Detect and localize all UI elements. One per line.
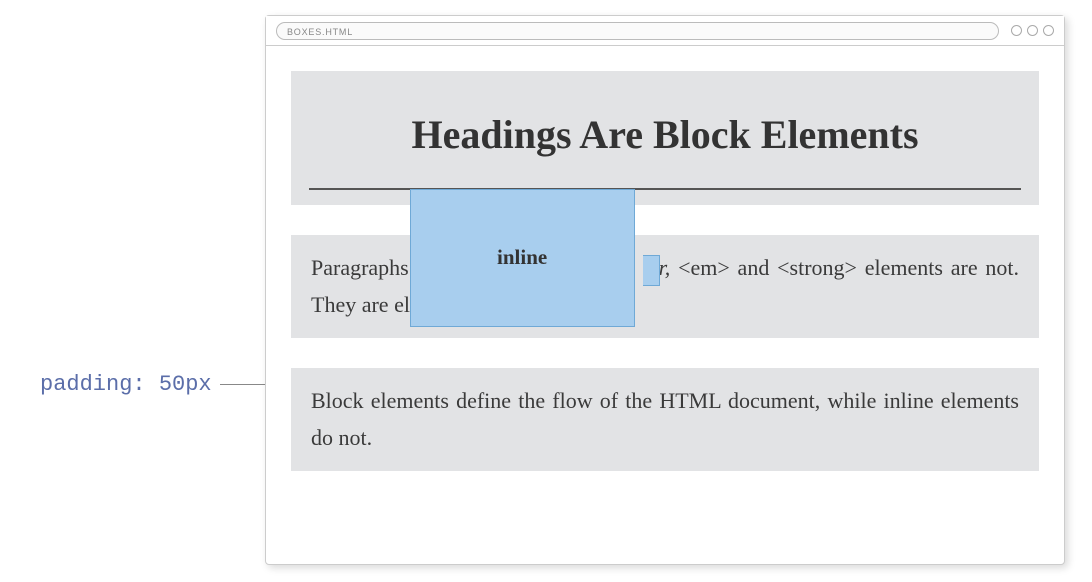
browser-window: BOXES.HTML Headings Are Block Elements P… bbox=[265, 15, 1065, 565]
p1-em-fragment: r, bbox=[659, 255, 671, 280]
p1-and: and bbox=[730, 255, 777, 280]
browser-viewport: Headings Are Block Elements Paragraphs a… bbox=[266, 46, 1064, 564]
minimize-button[interactable] bbox=[1011, 25, 1022, 36]
p2-text: Block elements define the flow of the HT… bbox=[311, 388, 1019, 450]
paragraph-block-2: Block elements define the flow of the HT… bbox=[291, 368, 1039, 471]
window-controls bbox=[1011, 25, 1054, 36]
inline-badge-anchor: inline bbox=[434, 253, 659, 275]
em-tag-text: <em> bbox=[678, 255, 730, 280]
maximize-button[interactable] bbox=[1027, 25, 1038, 36]
padding-annotation: padding: 50px bbox=[40, 372, 285, 397]
annotation-code-label: padding: 50px bbox=[40, 372, 212, 397]
address-bar[interactable]: BOXES.HTML bbox=[276, 22, 999, 40]
page-heading: Headings Are Block Elements bbox=[291, 111, 1039, 158]
heading-block: Headings Are Block Elements bbox=[291, 71, 1039, 205]
paragraph-block-1: Paragraphs arinliner, <em> and <strong> … bbox=[291, 235, 1039, 338]
close-button[interactable] bbox=[1043, 25, 1054, 36]
strong-tag-text: <strong> bbox=[777, 255, 857, 280]
inline-padding-badge: inline bbox=[410, 189, 635, 327]
browser-title-bar: BOXES.HTML bbox=[266, 16, 1064, 46]
